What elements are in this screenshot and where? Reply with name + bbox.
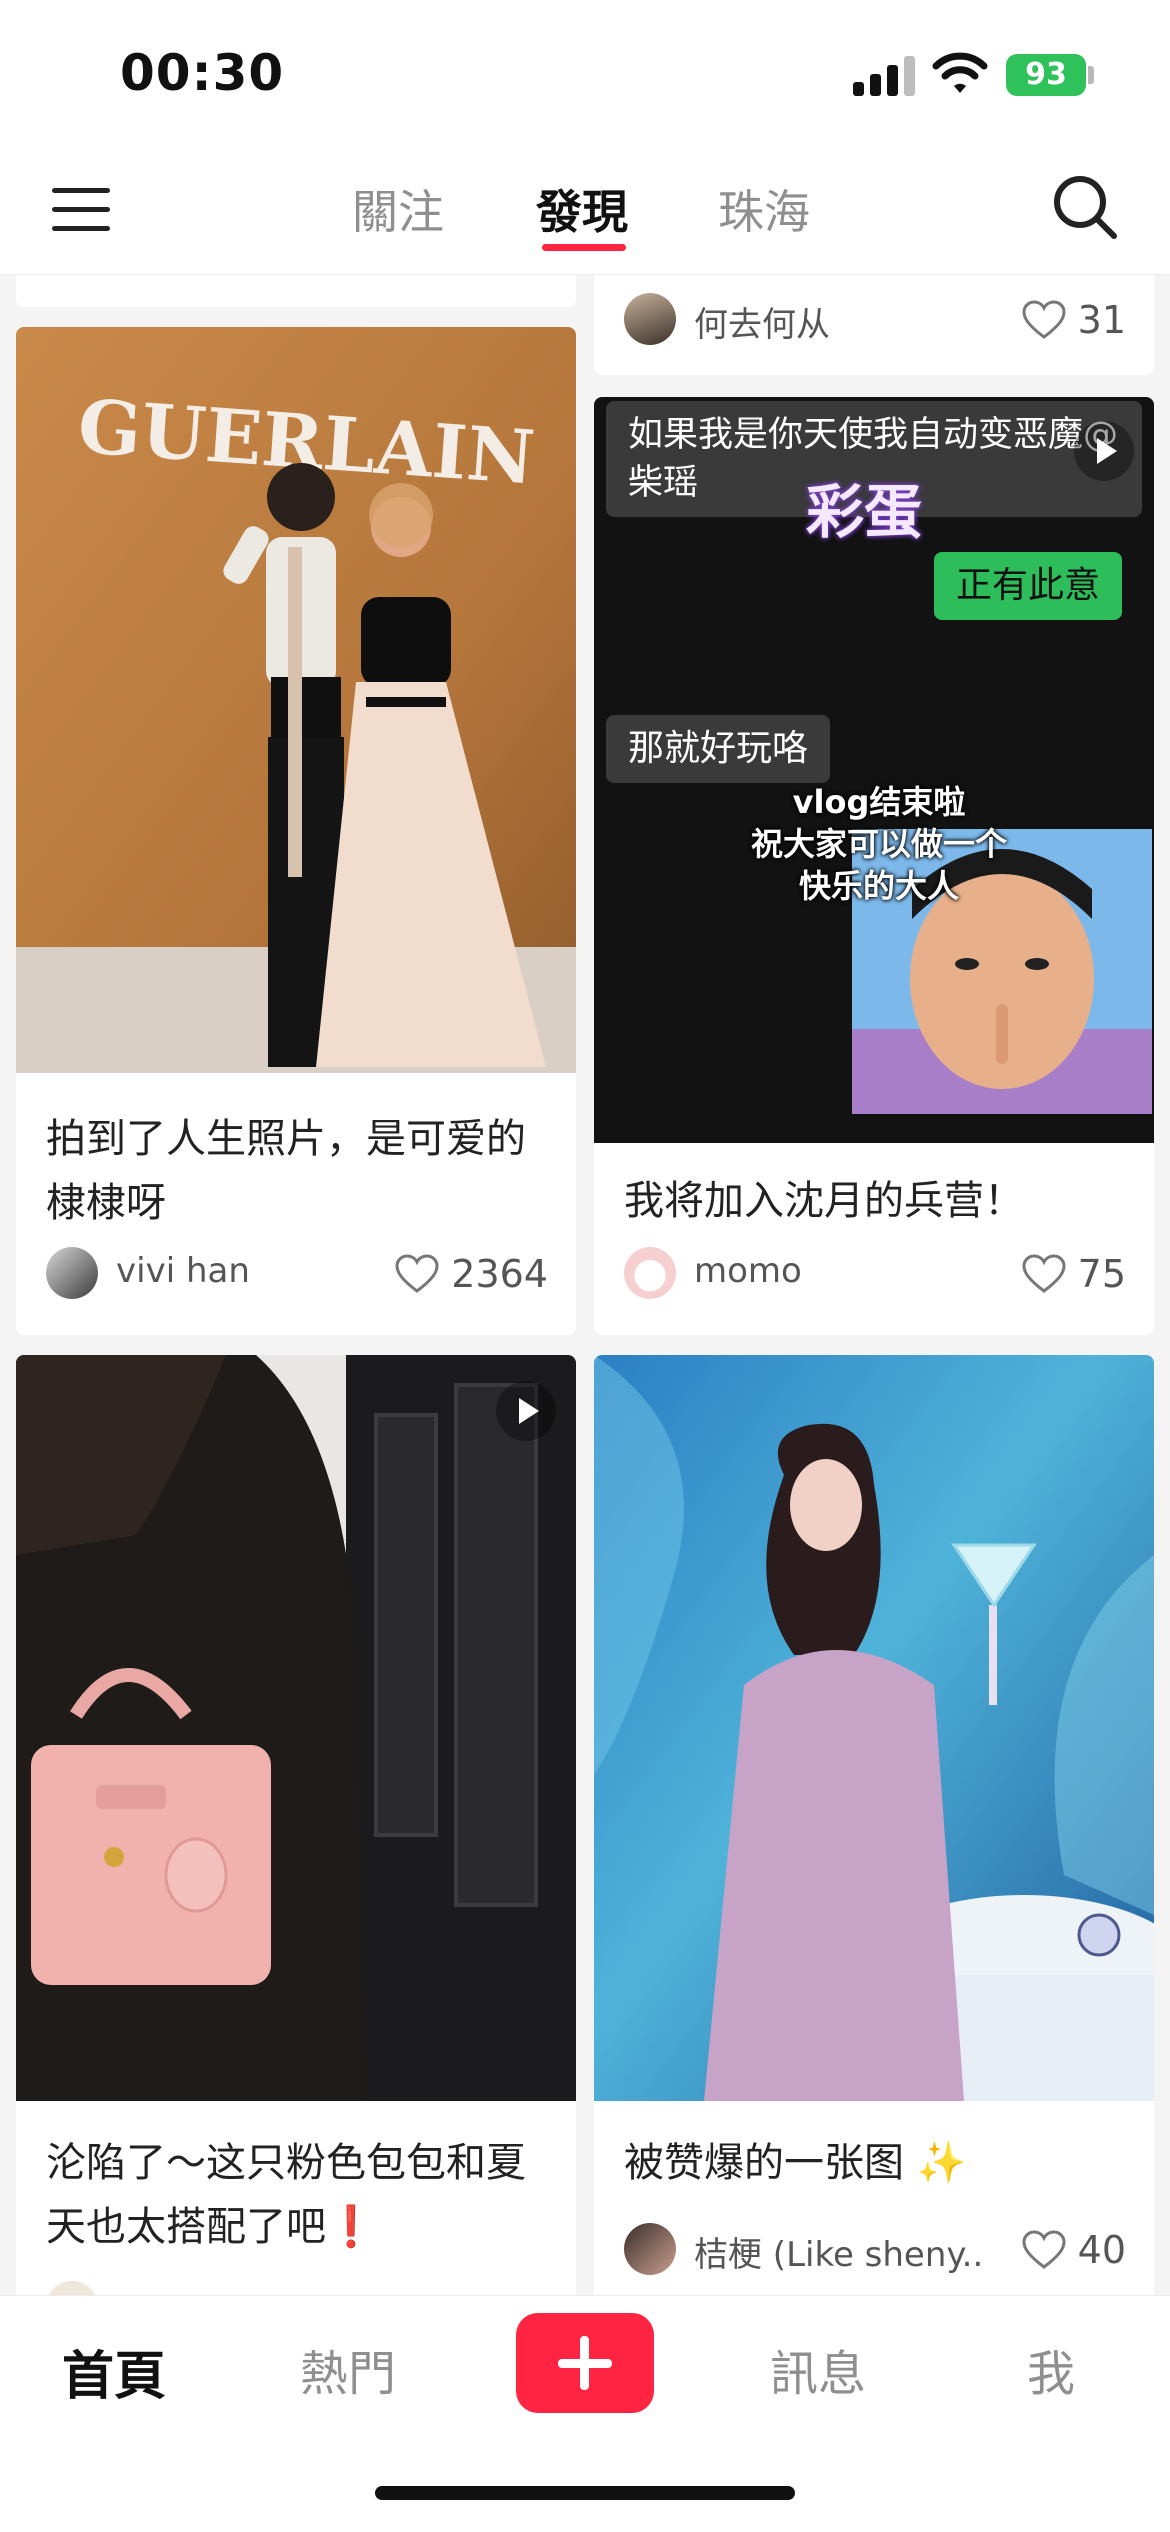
play-icon	[496, 1381, 556, 1441]
like-button[interactable]: 75	[1022, 1249, 1126, 1299]
top-nav: 關注 發現 珠海	[0, 150, 1170, 275]
sticker-text: 彩蛋	[806, 478, 923, 546]
status-bar: 00:30 93	[0, 0, 1170, 150]
like-count: 31	[1077, 298, 1126, 342]
author-name[interactable]: 桔梗 (Like sheny...	[694, 2227, 984, 2276]
feed-card-partial[interactable]	[16, 275, 576, 307]
feed-card[interactable]: 被赞爆的一张图 ✨ 桔梗 (Like sheny... 40	[594, 1355, 1154, 2295]
card-meta: 桔梗 (Like sheny... 40	[624, 2221, 1126, 2277]
like-button[interactable]: 31	[1022, 295, 1126, 345]
feed-card[interactable]: 何去何从 31	[594, 275, 1154, 375]
post-title[interactable]: 沦陷了～这只粉色包包和夏天也太搭配了吧❗️	[46, 2131, 548, 2259]
heart-icon	[1022, 2230, 1066, 2269]
add-post-button[interactable]	[516, 2313, 654, 2413]
heart-icon	[1022, 300, 1066, 339]
tab-following[interactable]: 關注	[352, 176, 444, 242]
like-button[interactable]: 2364	[395, 1249, 548, 1299]
like-count: 40	[1077, 2228, 1126, 2272]
card-meta: momo 75	[624, 1245, 1126, 1301]
post-image[interactable]	[594, 1355, 1154, 2101]
post-title[interactable]: 拍到了人生照片，是可爱的棣棣呀	[46, 1107, 548, 1235]
chat-bubble-green: 正有此意	[934, 552, 1123, 620]
author-avatar[interactable]	[624, 1247, 676, 1299]
post-title[interactable]: 我将加入沈月的兵营！	[624, 1169, 1126, 1233]
discover-feed[interactable]: 何去何从 31 GUERLAIN 拍到了人生照片，是可爱的棣棣呀 vivi ha…	[0, 275, 1170, 2295]
menu-icon[interactable]	[52, 180, 112, 240]
card-meta: vivi han 2364	[46, 1245, 548, 1301]
battery-icon: 93	[1006, 54, 1086, 96]
nav-hot[interactable]: 熱門	[300, 2334, 396, 2404]
author-name[interactable]: momo	[694, 1251, 802, 1291]
author-avatar[interactable]	[624, 293, 676, 345]
status-time: 00:30	[120, 44, 285, 102]
plus-icon-stem	[580, 2336, 589, 2390]
play-icon	[1074, 421, 1134, 481]
nav-me[interactable]: 我	[1027, 2334, 1075, 2404]
heart-icon	[395, 1254, 439, 1293]
author-name[interactable]: 何去何从	[694, 297, 830, 346]
feed-card[interactable]: GUERLAIN 拍到了人生照片，是可爱的棣棣呀 vivi han 2364	[16, 327, 576, 1335]
post-image[interactable]	[16, 1355, 576, 2101]
post-video-thumbnail[interactable]: 如果我是你天使我自动变恶魔@柴瑶 彩蛋 正有此意 那就好玩咯 vlog结束啦 祝…	[594, 397, 1154, 1143]
heart-icon	[1022, 1254, 1066, 1293]
nav-messages[interactable]: 訊息	[770, 2334, 866, 2404]
nav-home[interactable]: 首頁	[62, 2334, 166, 2409]
search-icon[interactable]	[1050, 172, 1120, 242]
author-avatar[interactable]	[46, 1247, 98, 1299]
wifi-icon	[932, 52, 988, 93]
video-caption: vlog结束啦 祝大家可以做一个 快乐的大人	[750, 783, 1007, 905]
battery-tip	[1088, 66, 1094, 84]
post-image[interactable]: GUERLAIN	[16, 327, 576, 1073]
feed-card[interactable]: 沦陷了～这只粉色包包和夏天也太搭配了吧❗️	[16, 1355, 576, 2295]
tab-local-zhuhai[interactable]: 珠海	[718, 176, 810, 242]
author-name[interactable]: vivi han	[116, 1251, 250, 1291]
card-meta: 何去何从 31	[624, 291, 1126, 347]
like-count: 75	[1077, 1252, 1126, 1296]
cellular-signal-icon	[853, 56, 915, 96]
feed-card[interactable]: 如果我是你天使我自动变恶魔@柴瑶 彩蛋 正有此意 那就好玩咯 vlog结束啦 祝…	[594, 397, 1154, 1335]
post-title[interactable]: 被赞爆的一张图 ✨	[624, 2131, 1126, 2195]
tab-discover[interactable]: 發現	[536, 176, 628, 242]
author-avatar[interactable]	[46, 2281, 98, 2295]
author-avatar[interactable]	[624, 2223, 676, 2275]
like-count: 2364	[451, 1252, 548, 1296]
chat-bubble: 那就好玩咯	[606, 715, 831, 783]
active-tab-indicator	[542, 244, 626, 251]
bottom-nav: 首頁 熱門 訊息 我	[0, 2295, 1170, 2532]
home-indicator[interactable]	[375, 2486, 795, 2500]
like-button[interactable]: 40	[1022, 2225, 1126, 2275]
